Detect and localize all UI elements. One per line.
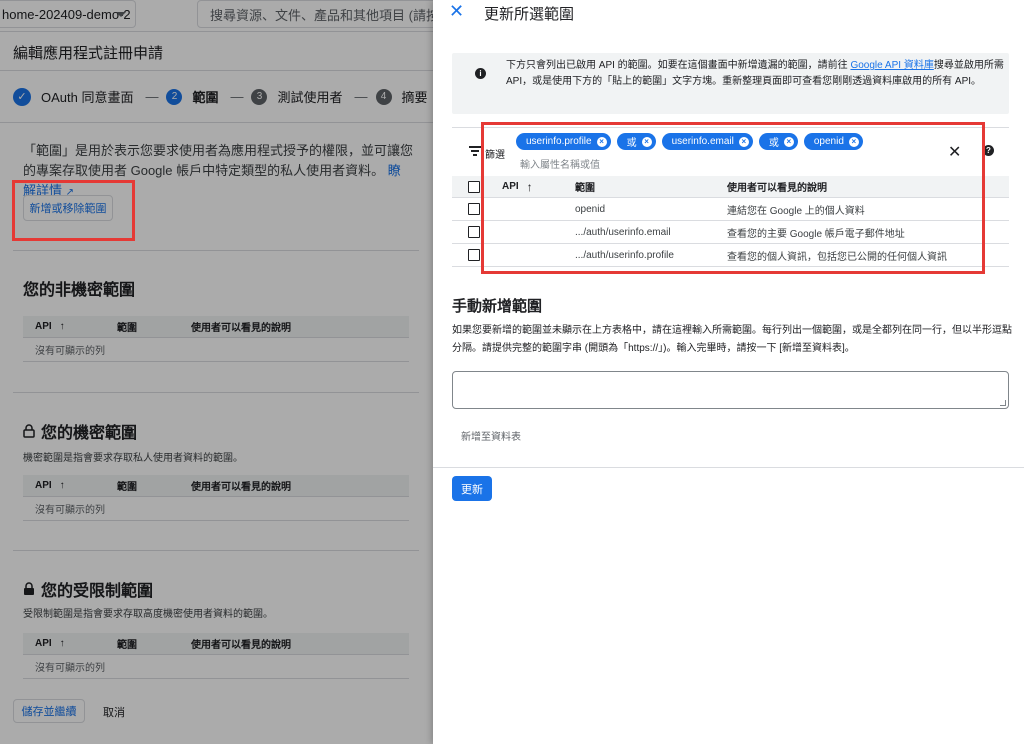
row-checkbox[interactable] — [468, 226, 480, 238]
manual-scopes-textarea[interactable] — [452, 371, 1009, 409]
select-all-checkbox[interactable] — [468, 180, 480, 193]
panel-title: 更新所選範圍 — [484, 6, 575, 23]
row-checkbox[interactable] — [468, 203, 480, 215]
modal-overlay[interactable] — [0, 0, 433, 744]
filter-icon — [469, 146, 481, 156]
add-to-table-button[interactable]: 新增至資料表 — [461, 428, 521, 443]
highlight-box — [481, 122, 985, 274]
divider — [433, 467, 1024, 468]
info-text-prefix: 下方只會列出已啟用 API 的範圍。如要在這個畫面中新增遺漏的範圍，請前往 — [506, 60, 851, 71]
info-banner: i 下方只會列出已啟用 API 的範圍。如要在這個畫面中新增遺漏的範圍，請前往 … — [452, 53, 1009, 114]
manual-add-title: 手動新增範圍 — [452, 298, 543, 315]
resize-handle[interactable] — [1000, 400, 1006, 406]
info-icon: i — [475, 68, 486, 79]
row-checkbox[interactable] — [468, 249, 480, 261]
background-page: home-202409-demo-2 搜尋資源、文件、產品和其他項目 (請按 /… — [0, 0, 433, 744]
manual-add-desc: 如果您要新增的範圍並未顯示在上方表格中，請在這裡輸入所需範圍。每行列出一個範圍，… — [452, 325, 1012, 354]
info-text: 下方只會列出已啟用 API 的範圍。如要在這個畫面中新增遺漏的範圍，請前往 Go… — [506, 58, 1006, 90]
update-button[interactable]: 更新 — [452, 476, 492, 501]
highlight-box — [12, 180, 135, 241]
update-scopes-panel: ✕ 更新所選範圍 i 下方只會列出已啟用 API 的範圍。如要在這個畫面中新增遺… — [433, 0, 1024, 744]
close-icon[interactable]: ✕ — [449, 2, 464, 20]
api-library-link[interactable]: Google API 資料庫 — [850, 60, 933, 71]
